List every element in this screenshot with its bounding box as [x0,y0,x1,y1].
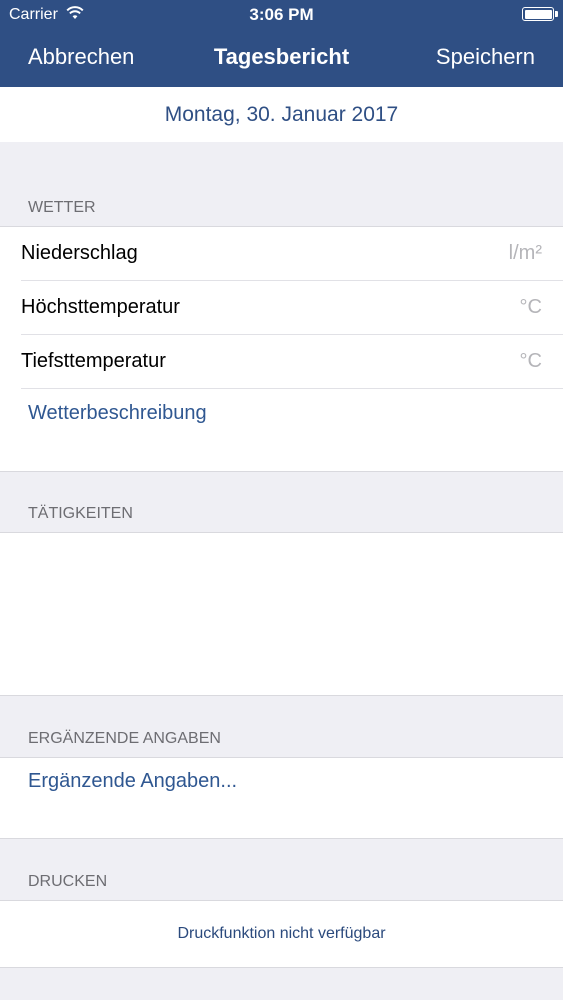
max-temperature-label: Höchsttemperatur [21,296,180,318]
section-header-activities: TÄTIGKEITEN [28,505,133,522]
section-header-weather: WETTER [28,199,96,216]
cancel-button[interactable]: Abbrechen [28,44,134,70]
min-temperature-unit: °C [519,350,542,372]
date-selector[interactable]: Montag, 30. Januar 2017 [0,87,563,142]
precipitation-label: Niederschlag [21,242,138,264]
supplementary-group: Ergänzende Angaben... [0,757,563,839]
section-header-print: DRUCKEN [28,873,108,890]
row-divider [21,388,563,389]
navigation-bar: Carrier 3:06 PM Abbrechen Tagesbericht S… [0,0,563,87]
max-temperature-unit: °C [519,296,542,318]
max-temperature-row[interactable]: Höchsttemperatur °C [0,281,563,335]
precipitation-unit: l/m² [508,242,542,264]
weather-description-link[interactable]: Wetterbeschreibung [28,402,207,425]
section-header-supplementary: ERGÄNZENDE ANGABEN [28,730,221,747]
weather-group: Niederschlag l/m² Höchsttemperatur °C Ti… [0,226,563,472]
save-button[interactable]: Speichern [436,44,535,70]
status-time: 3:06 PM [249,5,314,24]
min-temperature-row[interactable]: Tiefsttemperatur °C [0,335,563,389]
status-bar: Carrier 3:06 PM [0,0,563,28]
battery-icon [522,7,558,21]
activities-group [0,532,563,696]
precipitation-row[interactable]: Niederschlag l/m² [0,227,563,281]
supplementary-info-link[interactable]: Ergänzende Angaben... [28,770,237,793]
print-group: Druckfunktion nicht verfügbar [0,900,563,968]
min-temperature-label: Tiefsttemperatur [21,350,166,372]
print-unavailable-note: Druckfunktion nicht verfügbar [177,925,386,942]
